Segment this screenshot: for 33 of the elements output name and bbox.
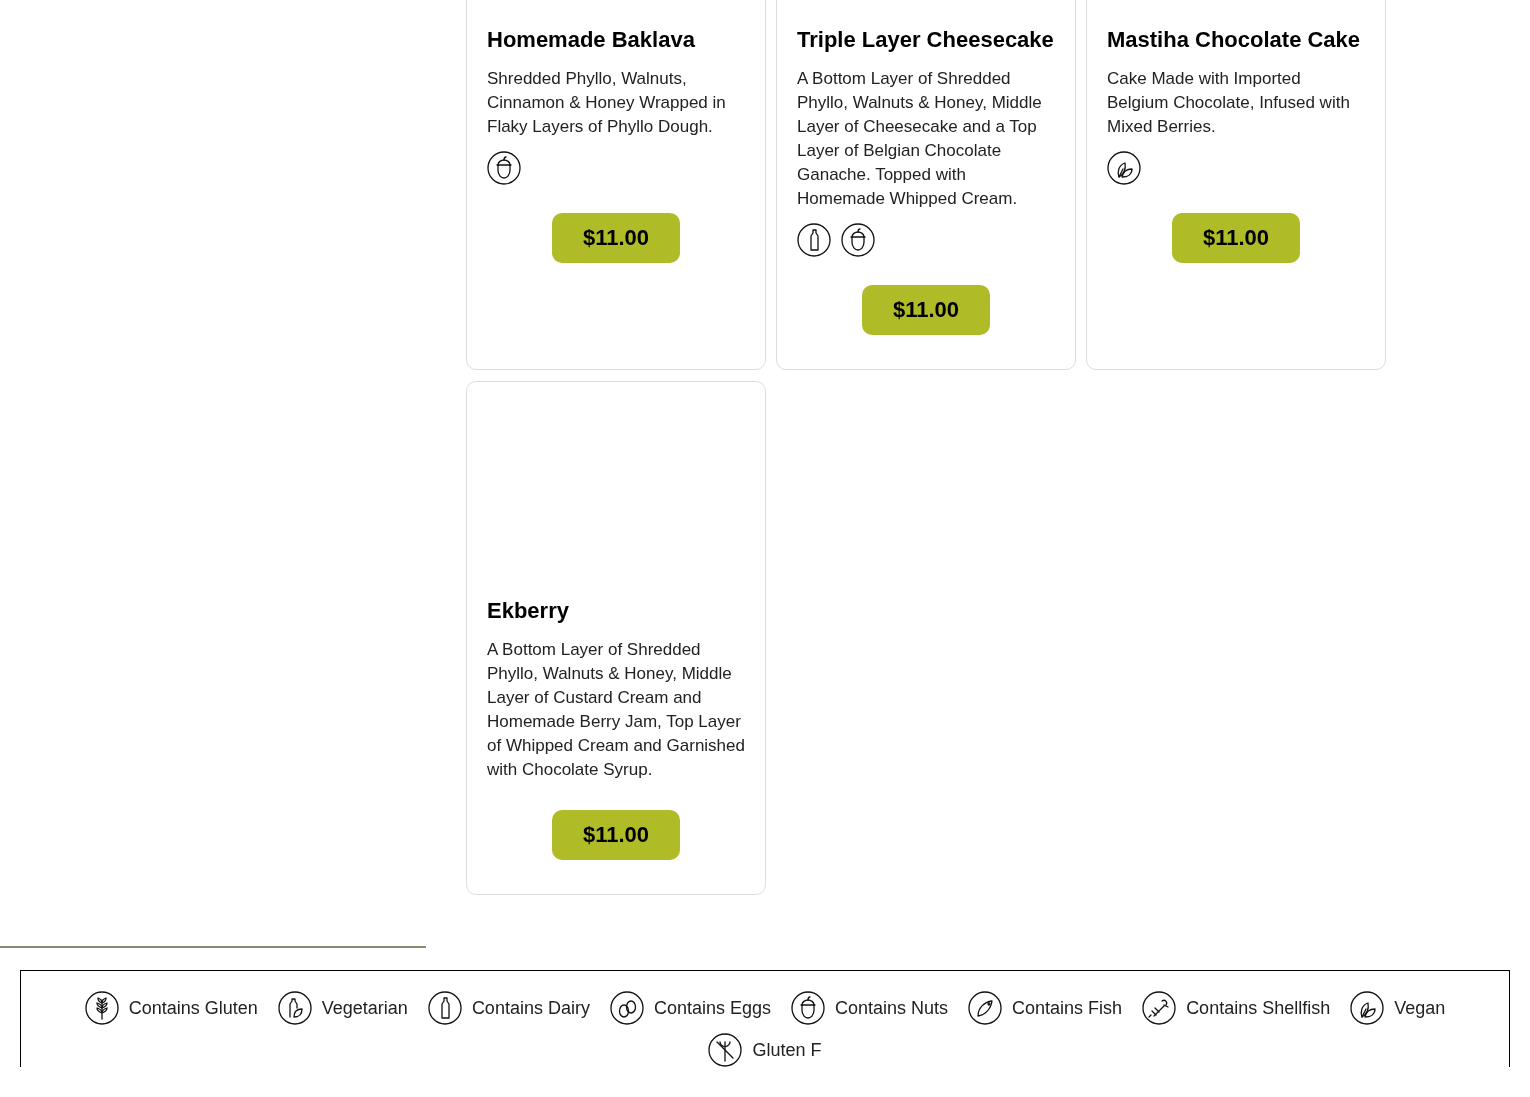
legend-label: Contains Eggs (653, 997, 771, 1019)
price-button[interactable]: $11.00 (862, 285, 990, 335)
item-title: Mastiha Chocolate Cake (1107, 26, 1362, 54)
acorn-icon (487, 151, 521, 185)
legend-label: Contains Gluten (128, 997, 258, 1019)
eggs-icon (609, 991, 644, 1025)
acorn-icon (791, 991, 825, 1025)
item-title: Triple Layer Cheesecake (797, 26, 1055, 54)
price-button[interactable]: $11.00 (1172, 213, 1300, 263)
item-description: A Bottom Layer of Shredded Phyllo, Walnuts & Honey, Middle Layer of Cheesecake and a Top Layer of Belgian Chocolate Ganache. Topped with Homemade Whipped Cream. (797, 68, 1043, 210)
bottle-icon (427, 991, 462, 1025)
legend-label: Gluten F (752, 1039, 822, 1061)
item-title: Ekberry (487, 597, 570, 625)
wheat-icon (84, 991, 119, 1025)
legend-label: Contains Fish (1012, 997, 1123, 1019)
price-button[interactable]: $11.00 (552, 213, 680, 263)
item-description: Shredded Phyllo, Walnuts, Cinnamon & Honey Wrapped in Flaky Layers of Phyllo Dough. (487, 68, 727, 138)
bottle-icon (797, 223, 831, 257)
price-button[interactable]: $11.00 (552, 810, 680, 860)
legend-label: Contains Shellfish (1186, 997, 1331, 1019)
fish-icon (968, 991, 1003, 1025)
item-title: Homemade Baklava (487, 26, 696, 54)
legend-label: Vegetarian (321, 997, 408, 1019)
wheat-crossed-icon (708, 1033, 743, 1067)
legend-label: Vegan (1394, 997, 1446, 1019)
bottle-leaf-icon (277, 991, 312, 1025)
item-description: Cake Made with Imported Belgium Chocolate, Infused with Mixed Berries. (1107, 68, 1351, 138)
acorn-icon (841, 223, 875, 257)
legend-label: Contains Dairy (471, 997, 590, 1019)
legend-label: Contains Nuts (835, 997, 949, 1019)
leaves-icon (1350, 991, 1385, 1025)
item-description: A Bottom Layer of Shredded Phyllo, Walnuts & Honey, Middle Layer of Custard Cream and Homemade Berry Jam, Top Layer of Whipped Cream and Garnished with Chocolate Syrup. (487, 639, 745, 781)
leaves-icon (1107, 151, 1141, 185)
